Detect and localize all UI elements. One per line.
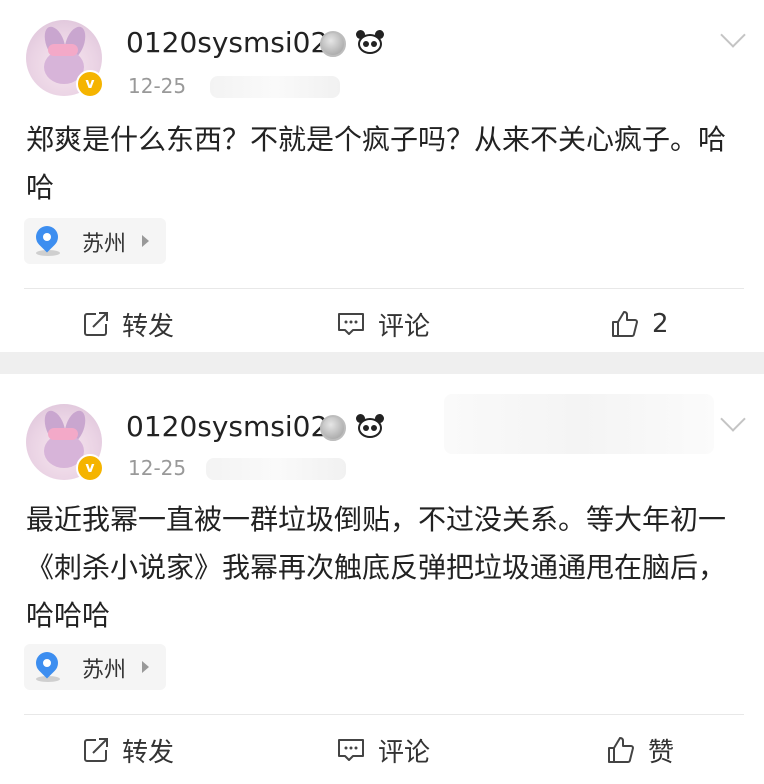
post-text: 郑爽是什么东西？不就是个疯子吗？从来不关心疯子。哈哈 [26,123,727,204]
redacted-text [210,76,340,98]
location-name: 苏州 [82,232,127,257]
location-pin-icon [31,221,63,253]
panda-icon[interactable] [356,414,384,438]
medal-icon[interactable] [320,415,346,441]
post-card: v 0120sysmsi02 12-25 郑爽是什么东西？不就是个疯子吗？从来不… [0,0,764,352]
redacted-text [444,394,714,454]
post-separator [0,352,764,374]
repost-icon [84,738,108,762]
username[interactable]: 0120sysmsi02 [126,410,328,443]
redacted-text [206,458,346,480]
like-count: 2 [652,309,669,339]
comment-label: 评论 [378,737,431,768]
post-text: 最近我幂一直被一群垃圾倒贴，不过没关系。等大年初一《刺杀小说家》我幂再次触底反弹… [26,503,727,632]
arrow-right-icon [142,661,149,673]
comment-icon [338,739,364,761]
like-icon [612,311,638,337]
location-tag[interactable]: 苏州 [24,218,166,264]
like-label: 赞 [648,737,675,768]
timestamp: 12-25 [128,74,187,98]
verified-badge: v [76,70,104,98]
like-button[interactable]: 2 [610,304,669,344]
like-icon [608,737,634,763]
repost-icon [84,312,108,336]
repost-button[interactable]: 转发 [82,304,174,344]
panda-icon[interactable] [356,30,384,54]
divider [24,288,744,289]
comment-button[interactable]: 评论 [336,730,430,770]
repost-button[interactable]: 转发 [82,730,174,770]
chevron-down-icon[interactable] [720,22,746,48]
medal-icon[interactable] [320,31,346,57]
post-card: v 0120sysmsi02 12-25 最近我幂一直被一群垃圾倒贴，不过没关系… [0,374,764,784]
verified-badge: v [76,454,104,482]
repost-label: 转发 [122,737,175,768]
divider [24,714,744,715]
comment-icon [338,313,364,335]
arrow-right-icon [142,235,149,247]
location-name: 苏州 [82,658,127,683]
location-pin-icon [31,647,63,679]
timestamp: 12-25 [128,456,187,480]
action-bar: 转发 评论 赞 [0,730,764,770]
like-button[interactable]: 赞 [606,730,674,770]
comment-button[interactable]: 评论 [336,304,430,344]
comment-label: 评论 [378,311,431,342]
chevron-down-icon[interactable] [720,406,746,432]
location-tag[interactable]: 苏州 [24,644,166,690]
username[interactable]: 0120sysmsi02 [126,26,328,59]
repost-label: 转发 [122,311,175,342]
action-bar: 转发 评论 2 [0,304,764,344]
